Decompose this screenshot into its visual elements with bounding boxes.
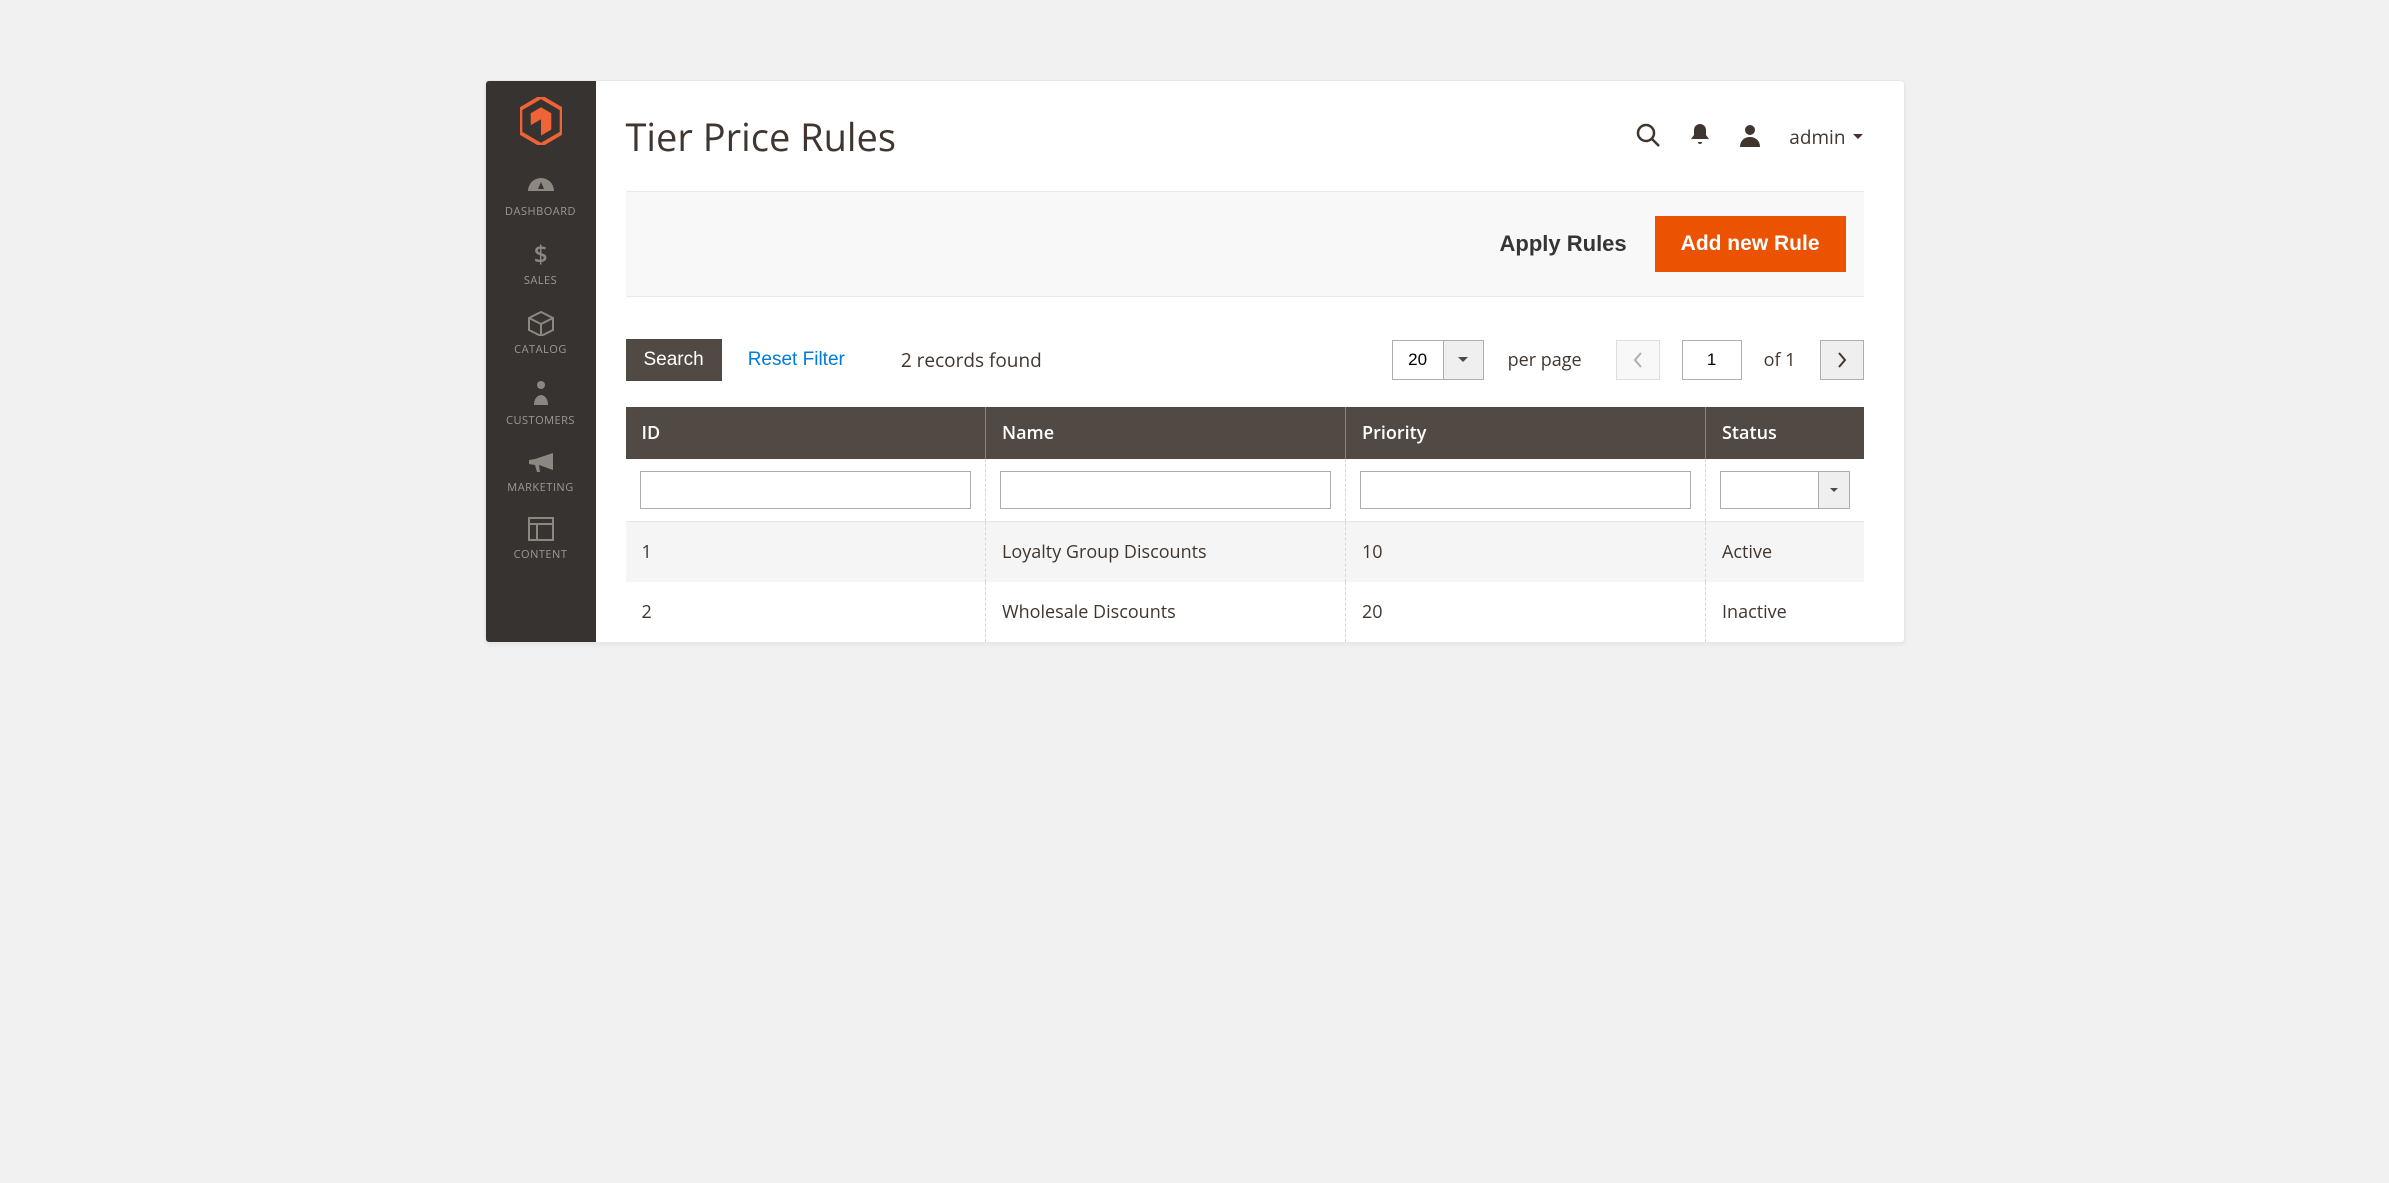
dollar-icon: $: [533, 241, 549, 267]
header-actions: admin: [1635, 122, 1863, 153]
sidebar-item-label: MARKETING: [507, 480, 573, 495]
person-icon: [532, 379, 550, 407]
grid-toolbar: Search Reset Filter 2 records found per …: [626, 339, 1864, 381]
table-row[interactable]: 2 Wholesale Discounts 20 Inactive: [626, 582, 1864, 642]
layout-icon: [528, 517, 554, 541]
page-size-input[interactable]: [1392, 340, 1444, 380]
cell-name: Loyalty Group Discounts: [986, 522, 1346, 583]
col-header-priority[interactable]: Priority: [1346, 407, 1706, 459]
sidebar-item-marketing[interactable]: MARKETING: [486, 442, 596, 509]
rules-table: ID Name Priority Status: [626, 407, 1864, 642]
col-header-id[interactable]: ID: [626, 407, 986, 459]
sidebar-item-catalog[interactable]: CATALOG: [486, 302, 596, 371]
account-label: admin: [1789, 124, 1845, 150]
cell-priority: 10: [1346, 522, 1706, 583]
user-icon[interactable]: [1739, 123, 1761, 152]
sidebar-item-label: DASHBOARD: [505, 204, 576, 219]
caret-down-icon: [1829, 487, 1839, 494]
page-size-control: [1392, 340, 1484, 380]
page-title: Tier Price Rules: [626, 111, 896, 163]
magento-logo-icon: [520, 97, 562, 150]
search-button[interactable]: Search: [626, 339, 722, 381]
app-window: DASHBOARD $ SALES CATALOG CUSTOMERS MARK…: [485, 80, 1905, 643]
page-header: Tier Price Rules admin: [626, 81, 1864, 191]
caret-down-icon: [1457, 356, 1469, 364]
search-icon[interactable]: [1635, 122, 1661, 153]
sidebar-item-sales[interactable]: $ SALES: [486, 233, 596, 302]
filter-priority-input[interactable]: [1360, 471, 1691, 509]
cell-status: Inactive: [1706, 582, 1864, 642]
filter-name-input[interactable]: [1000, 471, 1331, 509]
page-of-label: of 1: [1764, 348, 1796, 372]
cell-name: Wholesale Discounts: [986, 582, 1346, 642]
cell-id: 2: [626, 582, 986, 642]
per-page-label: per page: [1508, 348, 1582, 372]
cell-status: Active: [1706, 522, 1864, 583]
sidebar-item-label: CUSTOMERS: [506, 413, 575, 428]
box-icon: [527, 310, 555, 336]
bell-icon[interactable]: [1689, 122, 1711, 153]
sidebar-item-label: SALES: [524, 273, 557, 288]
chevron-right-icon: [1837, 352, 1847, 368]
main-content: Tier Price Rules admin Apply Rules Ad: [596, 81, 1904, 642]
sidebar-item-content[interactable]: CONTENT: [486, 509, 596, 576]
account-dropdown[interactable]: admin: [1789, 124, 1863, 150]
next-page-button[interactable]: [1820, 340, 1864, 380]
sidebar-item-dashboard[interactable]: DASHBOARD: [486, 168, 596, 233]
col-header-status[interactable]: Status: [1706, 407, 1864, 459]
table-row[interactable]: 1 Loyalty Group Discounts 10 Active: [626, 522, 1864, 583]
sidebar-item-label: CATALOG: [514, 342, 567, 357]
current-page-input[interactable]: [1682, 340, 1742, 380]
action-bar: Apply Rules Add new Rule: [626, 191, 1864, 297]
sidebar-item-label: CONTENT: [514, 547, 568, 562]
chevron-left-icon: [1633, 352, 1643, 368]
add-new-rule-button[interactable]: Add new Rule: [1655, 216, 1846, 272]
page-size-dropdown[interactable]: [1444, 340, 1484, 380]
caret-down-icon: [1852, 133, 1864, 141]
sidebar-item-customers[interactable]: CUSTOMERS: [486, 371, 596, 442]
records-found-label: 2 records found: [901, 347, 1042, 373]
filter-row: [626, 459, 1864, 522]
sidebar: DASHBOARD $ SALES CATALOG CUSTOMERS MARK…: [486, 81, 596, 642]
cell-priority: 20: [1346, 582, 1706, 642]
filter-id-input[interactable]: [640, 471, 972, 509]
apply-rules-button[interactable]: Apply Rules: [1500, 231, 1627, 257]
cell-id: 1: [626, 522, 986, 583]
dashboard-icon: [526, 176, 556, 198]
megaphone-icon: [527, 450, 555, 474]
reset-filter-link[interactable]: Reset Filter: [748, 349, 845, 371]
prev-page-button[interactable]: [1616, 340, 1660, 380]
col-header-name[interactable]: Name: [986, 407, 1346, 459]
filter-status-select[interactable]: [1720, 471, 1818, 509]
filter-status-dropdown[interactable]: [1818, 471, 1850, 509]
svg-text:$: $: [533, 241, 547, 267]
